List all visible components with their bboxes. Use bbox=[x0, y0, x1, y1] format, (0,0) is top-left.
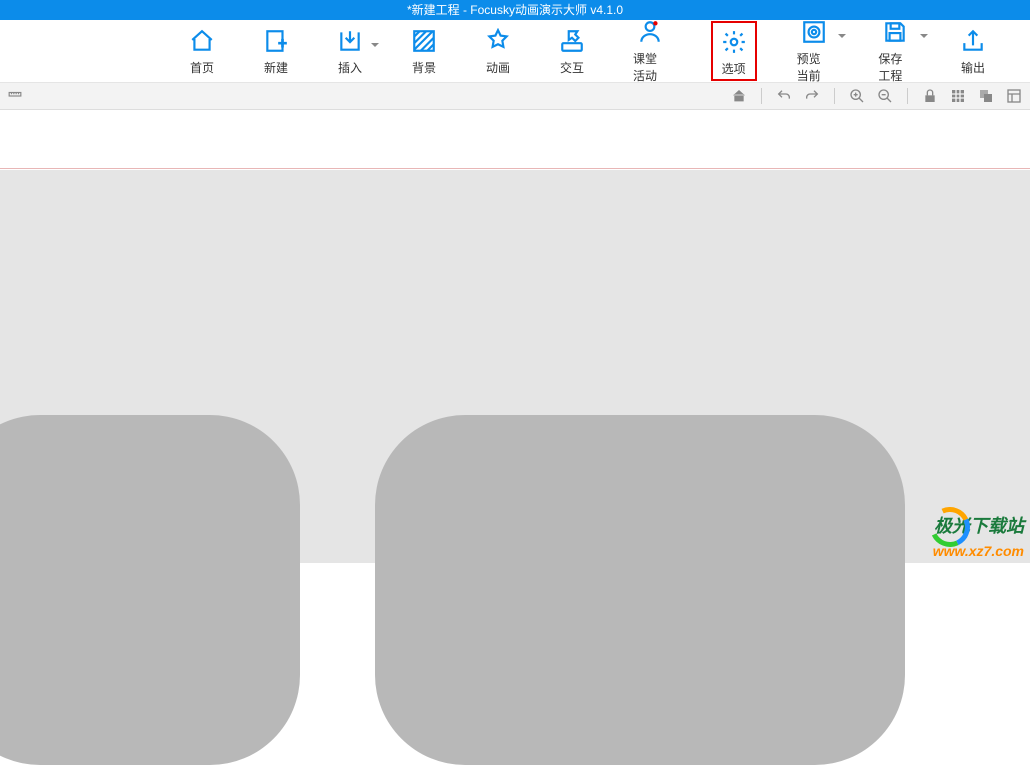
divider bbox=[907, 88, 908, 104]
home-icon bbox=[189, 27, 215, 55]
redo-icon[interactable] bbox=[804, 88, 820, 104]
home-small-icon[interactable] bbox=[731, 88, 747, 104]
options-label: 选项 bbox=[722, 60, 746, 77]
watermark-logo-icon bbox=[894, 507, 930, 543]
insert-icon bbox=[337, 27, 363, 55]
animation-button[interactable]: 动画 bbox=[481, 25, 515, 78]
watermark-url: www.xz7.com bbox=[894, 543, 1024, 559]
main-toolbar: 首页 新建 插入 背景 动画 交互 课堂活动 选项 预览当前 保存工程 输出 bbox=[0, 20, 1030, 83]
sub-toolbar-right bbox=[731, 88, 1022, 104]
sub-toolbar-left bbox=[8, 89, 22, 103]
undo-icon[interactable] bbox=[776, 88, 792, 104]
lock-icon[interactable] bbox=[922, 88, 938, 104]
home-button[interactable]: 首页 bbox=[185, 25, 219, 78]
export-icon bbox=[960, 27, 986, 55]
background-icon bbox=[411, 27, 437, 55]
insert-label: 插入 bbox=[338, 59, 362, 76]
preview-label: 预览当前 bbox=[797, 50, 831, 84]
layers-icon[interactable] bbox=[978, 88, 994, 104]
watermark: 极光下载站 www.xz7.com bbox=[894, 507, 1024, 559]
chevron-down-icon bbox=[371, 43, 379, 47]
guide-line bbox=[0, 168, 1030, 169]
canvas-shape[interactable] bbox=[375, 415, 905, 765]
new-button[interactable]: 新建 bbox=[259, 25, 293, 78]
window-title: *新建工程 - Focusky动画演示大师 v4.1.0 bbox=[407, 3, 623, 17]
sub-toolbar bbox=[0, 83, 1030, 110]
home-label: 首页 bbox=[190, 59, 214, 76]
zoom-out-icon[interactable] bbox=[877, 88, 893, 104]
zoom-in-icon[interactable] bbox=[849, 88, 865, 104]
background-button[interactable]: 背景 bbox=[407, 25, 441, 78]
interaction-label: 交互 bbox=[560, 59, 584, 76]
export-button[interactable]: 输出 bbox=[956, 25, 990, 78]
chevron-down-icon bbox=[920, 34, 928, 38]
preview-icon bbox=[801, 18, 827, 46]
preview-button[interactable]: 预览当前 bbox=[793, 16, 835, 86]
background-label: 背景 bbox=[412, 59, 436, 76]
canvas-shape[interactable] bbox=[0, 415, 300, 765]
chevron-down-icon bbox=[838, 34, 846, 38]
animation-icon bbox=[485, 27, 511, 55]
interaction-icon bbox=[559, 27, 585, 55]
new-icon bbox=[263, 27, 289, 55]
save-button[interactable]: 保存工程 bbox=[874, 16, 916, 86]
divider bbox=[834, 88, 835, 104]
options-icon bbox=[721, 28, 747, 56]
class-button[interactable]: 课堂活动 bbox=[629, 16, 671, 86]
new-label: 新建 bbox=[264, 59, 288, 76]
divider bbox=[761, 88, 762, 104]
save-icon bbox=[882, 18, 908, 46]
insert-button[interactable]: 插入 bbox=[333, 25, 367, 78]
class-label: 课堂活动 bbox=[633, 50, 667, 84]
options-button[interactable]: 选项 bbox=[711, 21, 757, 81]
interaction-button[interactable]: 交互 bbox=[555, 25, 589, 78]
panel-icon[interactable] bbox=[1006, 88, 1022, 104]
save-label: 保存工程 bbox=[878, 50, 912, 84]
animation-label: 动画 bbox=[486, 59, 510, 76]
ruler-icon[interactable] bbox=[8, 89, 22, 103]
canvas-area bbox=[0, 110, 1030, 563]
export-label: 输出 bbox=[961, 59, 985, 76]
grid-icon[interactable] bbox=[950, 88, 966, 104]
class-icon bbox=[637, 18, 663, 46]
